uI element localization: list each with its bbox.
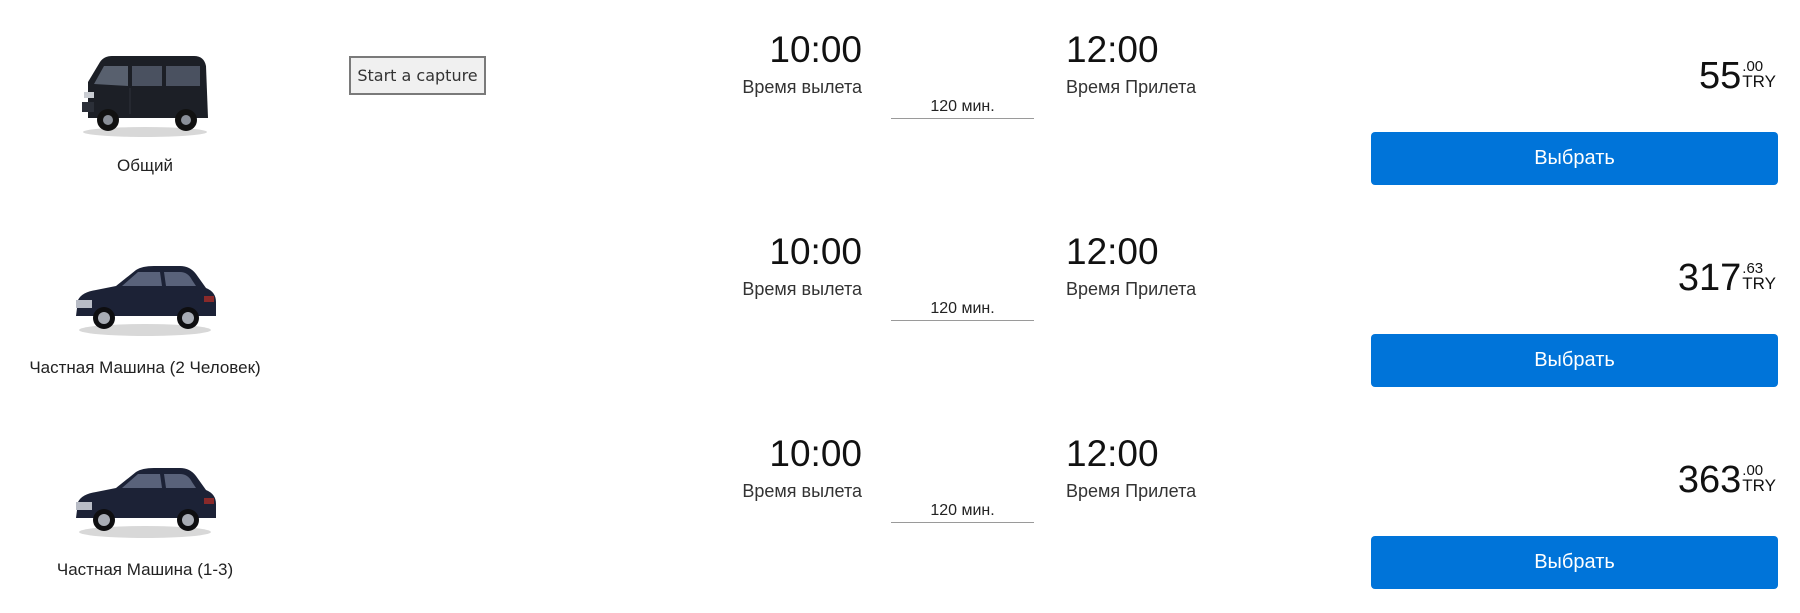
arrival-time: 12:00 (1066, 433, 1159, 474)
arrival-label: Время Прилета (1066, 77, 1197, 97)
price-integer: 363 (1677, 459, 1742, 501)
vehicle-name: Частная Машина (2 Человек) (29, 358, 261, 377)
transfer-option: Общий 10:00 Время вылета 120 мин. 12:00 … (0, 0, 1800, 202)
select-button[interactable]: Выбрать (1371, 132, 1778, 185)
departure-time: 10:00 (769, 231, 862, 272)
trip-duration: 120 мин. (891, 300, 1034, 321)
sedan-icon (70, 242, 220, 342)
price-integer: 55 (1699, 55, 1742, 97)
price-currency: TRY (1742, 476, 1776, 495)
price: 317 .63 TRY (1678, 258, 1776, 298)
price-integer: 317 (1677, 257, 1742, 299)
price: 55 .00 TRY (1699, 56, 1776, 96)
departure-time: 10:00 (769, 433, 862, 474)
vehicle-name: Частная Машина (1-3) (56, 560, 234, 579)
price-currency: TRY (1742, 274, 1776, 293)
sedan-icon (70, 444, 220, 544)
select-button[interactable]: Выбрать (1371, 334, 1778, 387)
trip-duration: 120 мин. (891, 502, 1034, 523)
departure: 10:00 Время вылета (662, 232, 862, 300)
transfer-option: Частная Машина (1-3) 10:00 Время вылета … (0, 404, 1800, 606)
arrival-time: 12:00 (1066, 29, 1159, 70)
price: 363 .00 TRY (1678, 460, 1776, 500)
departure-label: Время вылета (742, 77, 862, 97)
transfer-list: Общий 10:00 Время вылета 120 мин. 12:00 … (0, 0, 1800, 613)
departure-time: 10:00 (769, 29, 862, 70)
departure-label: Время вылета (742, 279, 862, 299)
arrival: 12:00 Время Прилета (1066, 232, 1266, 300)
arrival: 12:00 Время Прилета (1066, 30, 1266, 98)
arrival-label: Время Прилета (1066, 481, 1197, 501)
van-icon (70, 40, 220, 140)
select-button[interactable]: Выбрать (1371, 536, 1778, 589)
arrival-label: Время Прилета (1066, 279, 1197, 299)
arrival-time: 12:00 (1066, 231, 1159, 272)
departure: 10:00 Время вылета (662, 434, 862, 502)
price-currency: TRY (1742, 72, 1776, 91)
departure: 10:00 Время вылета (662, 30, 862, 98)
vehicle-name: Общий (117, 156, 173, 175)
departure-label: Время вылета (742, 481, 862, 501)
start-capture-button[interactable]: Start a capture (349, 56, 486, 95)
arrival: 12:00 Время Прилета (1066, 434, 1266, 502)
transfer-option: Частная Машина (2 Человек) 10:00 Время в… (0, 202, 1800, 404)
trip-duration: 120 мин. (891, 98, 1034, 119)
